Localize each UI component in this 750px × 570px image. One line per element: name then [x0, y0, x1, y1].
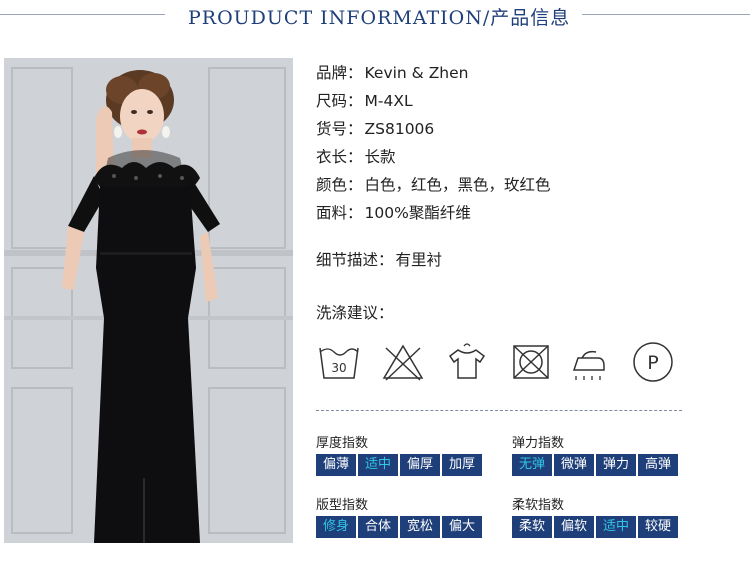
care-label: 洗涤建议：	[316, 304, 394, 322]
wash-30-icon: 30	[319, 347, 359, 379]
index-title: 柔软指数	[512, 498, 565, 513]
do-not-tumble-dry-icon	[513, 345, 549, 379]
care-instructions: 30 P	[316, 340, 696, 384]
dry-clean-letter: P	[647, 352, 658, 374]
index-option-selected: 无弹	[512, 454, 552, 476]
detail-row-color: 颜色： 白色，红色，黑色，玫红色	[316, 173, 551, 197]
care-title: 洗涤建议：	[316, 301, 394, 325]
index-option: 合体	[358, 516, 398, 538]
detail-row-item-no: 货号： ZS81006	[316, 117, 434, 141]
detail-value: Kevin & Zhen	[364, 64, 469, 82]
detail-label: 尺码：	[316, 92, 363, 110]
index-options: 无弹 微弹 弹力 高弹	[512, 454, 680, 476]
index-option: 柔软	[512, 516, 552, 538]
detail-row-size: 尺码： M-4XL	[316, 89, 413, 113]
detail-value: 100%聚酯纤维	[364, 204, 471, 222]
index-options: 偏薄 适中 偏厚 加厚	[316, 454, 484, 476]
thickness-index: 厚度指数 偏薄 适中 偏厚 加厚	[316, 432, 496, 480]
product-photo	[4, 58, 293, 543]
index-option: 偏薄	[316, 454, 356, 476]
index-option: 较硬	[638, 516, 678, 538]
dry-clean-p-icon: P	[633, 342, 673, 382]
index-title: 版型指数	[316, 498, 369, 513]
header-divider-left	[0, 14, 165, 15]
index-option: 加厚	[442, 454, 482, 476]
index-option-selected: 适中	[358, 454, 398, 476]
detail-value: 白色，红色，黑色，玫红色	[364, 176, 551, 194]
model-illustration	[4, 58, 293, 543]
detail-value: 有里衬	[395, 251, 443, 269]
detail-label: 面料：	[316, 204, 363, 222]
detail-label: 细节描述：	[316, 251, 394, 269]
index-title: 厚度指数	[316, 436, 369, 451]
iron-icon	[572, 350, 605, 380]
index-option: 微弹	[554, 454, 594, 476]
index-option-selected: 修身	[316, 516, 356, 538]
hang-dry-icon	[448, 343, 486, 379]
index-option: 高弹	[638, 454, 678, 476]
page-title: PROUDUCT INFORMATION/产品信息	[188, 7, 571, 29]
detail-label: 颜色：	[316, 176, 363, 194]
detail-value: M-4XL	[364, 92, 413, 110]
index-options: 柔软 偏软 适中 较硬	[512, 516, 680, 538]
detail-row-length: 衣长： 长款	[316, 145, 396, 169]
detail-row-brand: 品牌： Kevin & Zhen	[316, 61, 469, 85]
detail-value: ZS81006	[364, 120, 435, 138]
index-option: 宽松	[400, 516, 440, 538]
index-option: 偏软	[554, 516, 594, 538]
fit-index: 版型指数 修身 合体 宽松 偏大	[316, 494, 496, 542]
detail-description: 细节描述： 有里衬	[316, 248, 442, 272]
header-divider-right	[582, 14, 750, 15]
index-option: 偏大	[442, 516, 482, 538]
section-header: PROUDUCT INFORMATION/产品信息	[0, 0, 750, 34]
index-option-selected: 适中	[596, 516, 636, 538]
do-not-bleach-icon	[382, 344, 424, 381]
wash-temp-label: 30	[331, 361, 346, 375]
elasticity-index: 弹力指数 无弹 微弹 弹力 高弹	[512, 432, 692, 480]
index-option: 弹力	[596, 454, 636, 476]
detail-label: 衣长：	[316, 148, 363, 166]
detail-row-fabric: 面料： 100%聚酯纤维	[316, 201, 471, 225]
index-options: 修身 合体 宽松 偏大	[316, 516, 484, 538]
section-divider	[316, 410, 682, 411]
detail-value: 长款	[364, 148, 396, 166]
index-title: 弹力指数	[512, 436, 565, 451]
softness-index: 柔软指数 柔软 偏软 适中 较硬	[512, 494, 692, 542]
detail-label: 品牌：	[316, 64, 363, 82]
detail-label: 货号：	[316, 120, 363, 138]
index-option: 偏厚	[400, 454, 440, 476]
